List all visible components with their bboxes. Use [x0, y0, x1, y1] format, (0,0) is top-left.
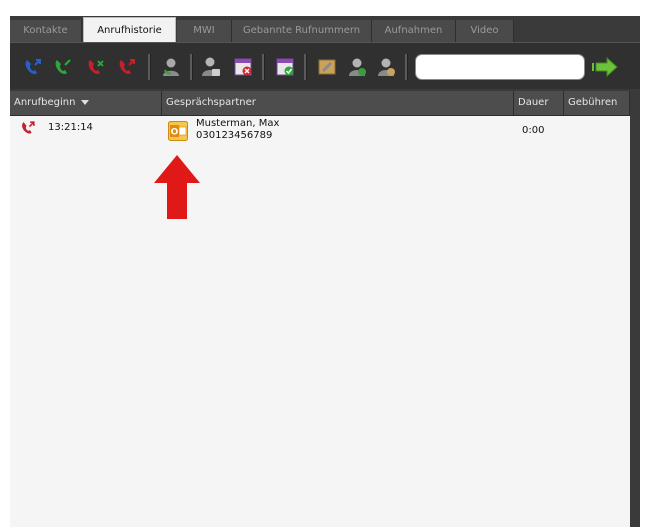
- table-row[interactable]: 13:21:14 O Musterman, Max 030123456789 0…: [10, 116, 630, 150]
- missed-call-icon: [22, 121, 35, 134]
- tab-kontakte[interactable]: Kontakte: [10, 20, 82, 42]
- answered-calls-icon[interactable]: [52, 56, 74, 78]
- column-header-dauer[interactable]: Dauer: [514, 91, 564, 115]
- incoming-calls-icon[interactable]: [22, 56, 44, 78]
- toolbar-separator: [190, 54, 193, 80]
- search-input[interactable]: [415, 54, 585, 80]
- tab-video[interactable]: Video: [456, 20, 514, 42]
- toolbar-separator: [304, 54, 307, 80]
- outgoing-calls-icon[interactable]: [116, 56, 138, 78]
- tab-aufnahmen[interactable]: Aufnahmen: [372, 20, 456, 42]
- tab-bar: Kontakte Anrufhistorie MWI Gebannte Rufn…: [10, 17, 640, 42]
- delete-calendar-icon[interactable]: [232, 56, 254, 78]
- record-edit-icon[interactable]: [316, 56, 338, 78]
- column-header-gebuehren[interactable]: Gebühren: [564, 91, 630, 115]
- column-header-gespraechspartner[interactable]: Gesprächspartner: [162, 91, 514, 115]
- toolbar-separator: [262, 54, 265, 80]
- column-header-anrufbeginn[interactable]: Anrufbeginn: [10, 91, 162, 115]
- column-label: Gesprächspartner: [166, 97, 256, 108]
- contact-group-icon[interactable]: [346, 56, 368, 78]
- call-time: 13:21:14: [48, 122, 93, 133]
- sort-descending-icon: [81, 99, 90, 105]
- call-duration: 0:00: [522, 125, 545, 136]
- missed-calls-icon[interactable]: [85, 56, 107, 78]
- contact-call-icon[interactable]: [160, 56, 182, 78]
- accept-calendar-icon[interactable]: [274, 56, 296, 78]
- column-label: Gebühren: [568, 97, 618, 108]
- toolbar: [10, 42, 640, 89]
- contact-number: 030123456789: [196, 130, 273, 141]
- tab-mwi[interactable]: MWI: [177, 20, 232, 42]
- red-arrow-up-icon: [154, 155, 200, 219]
- svg-text:O: O: [171, 128, 179, 138]
- outlook-contact-icon: O: [168, 121, 188, 141]
- call-list: 13:21:14 O Musterman, Max 030123456789 0…: [10, 116, 630, 527]
- contact-name: Musterman, Max: [196, 118, 280, 129]
- toolbar-separator: [148, 54, 151, 80]
- toolbar-separator: [405, 54, 408, 80]
- tab-anrufhistorie[interactable]: Anrufhistorie: [83, 17, 176, 42]
- go-arrow-icon[interactable]: [592, 54, 622, 80]
- column-label: Anrufbeginn: [14, 97, 76, 108]
- tab-gebannte-rufnummern[interactable]: Gebannte Rufnummern: [232, 20, 372, 42]
- column-label: Dauer: [518, 97, 549, 108]
- contact-user-icon[interactable]: [375, 56, 397, 78]
- call-history-window: Kontakte Anrufhistorie MWI Gebannte Rufn…: [10, 16, 640, 527]
- contact-block-icon[interactable]: [200, 56, 222, 78]
- scrollbar-track[interactable]: [630, 91, 640, 527]
- table-header: Anrufbeginn Gesprächspartner Dauer Gebüh…: [10, 91, 630, 116]
